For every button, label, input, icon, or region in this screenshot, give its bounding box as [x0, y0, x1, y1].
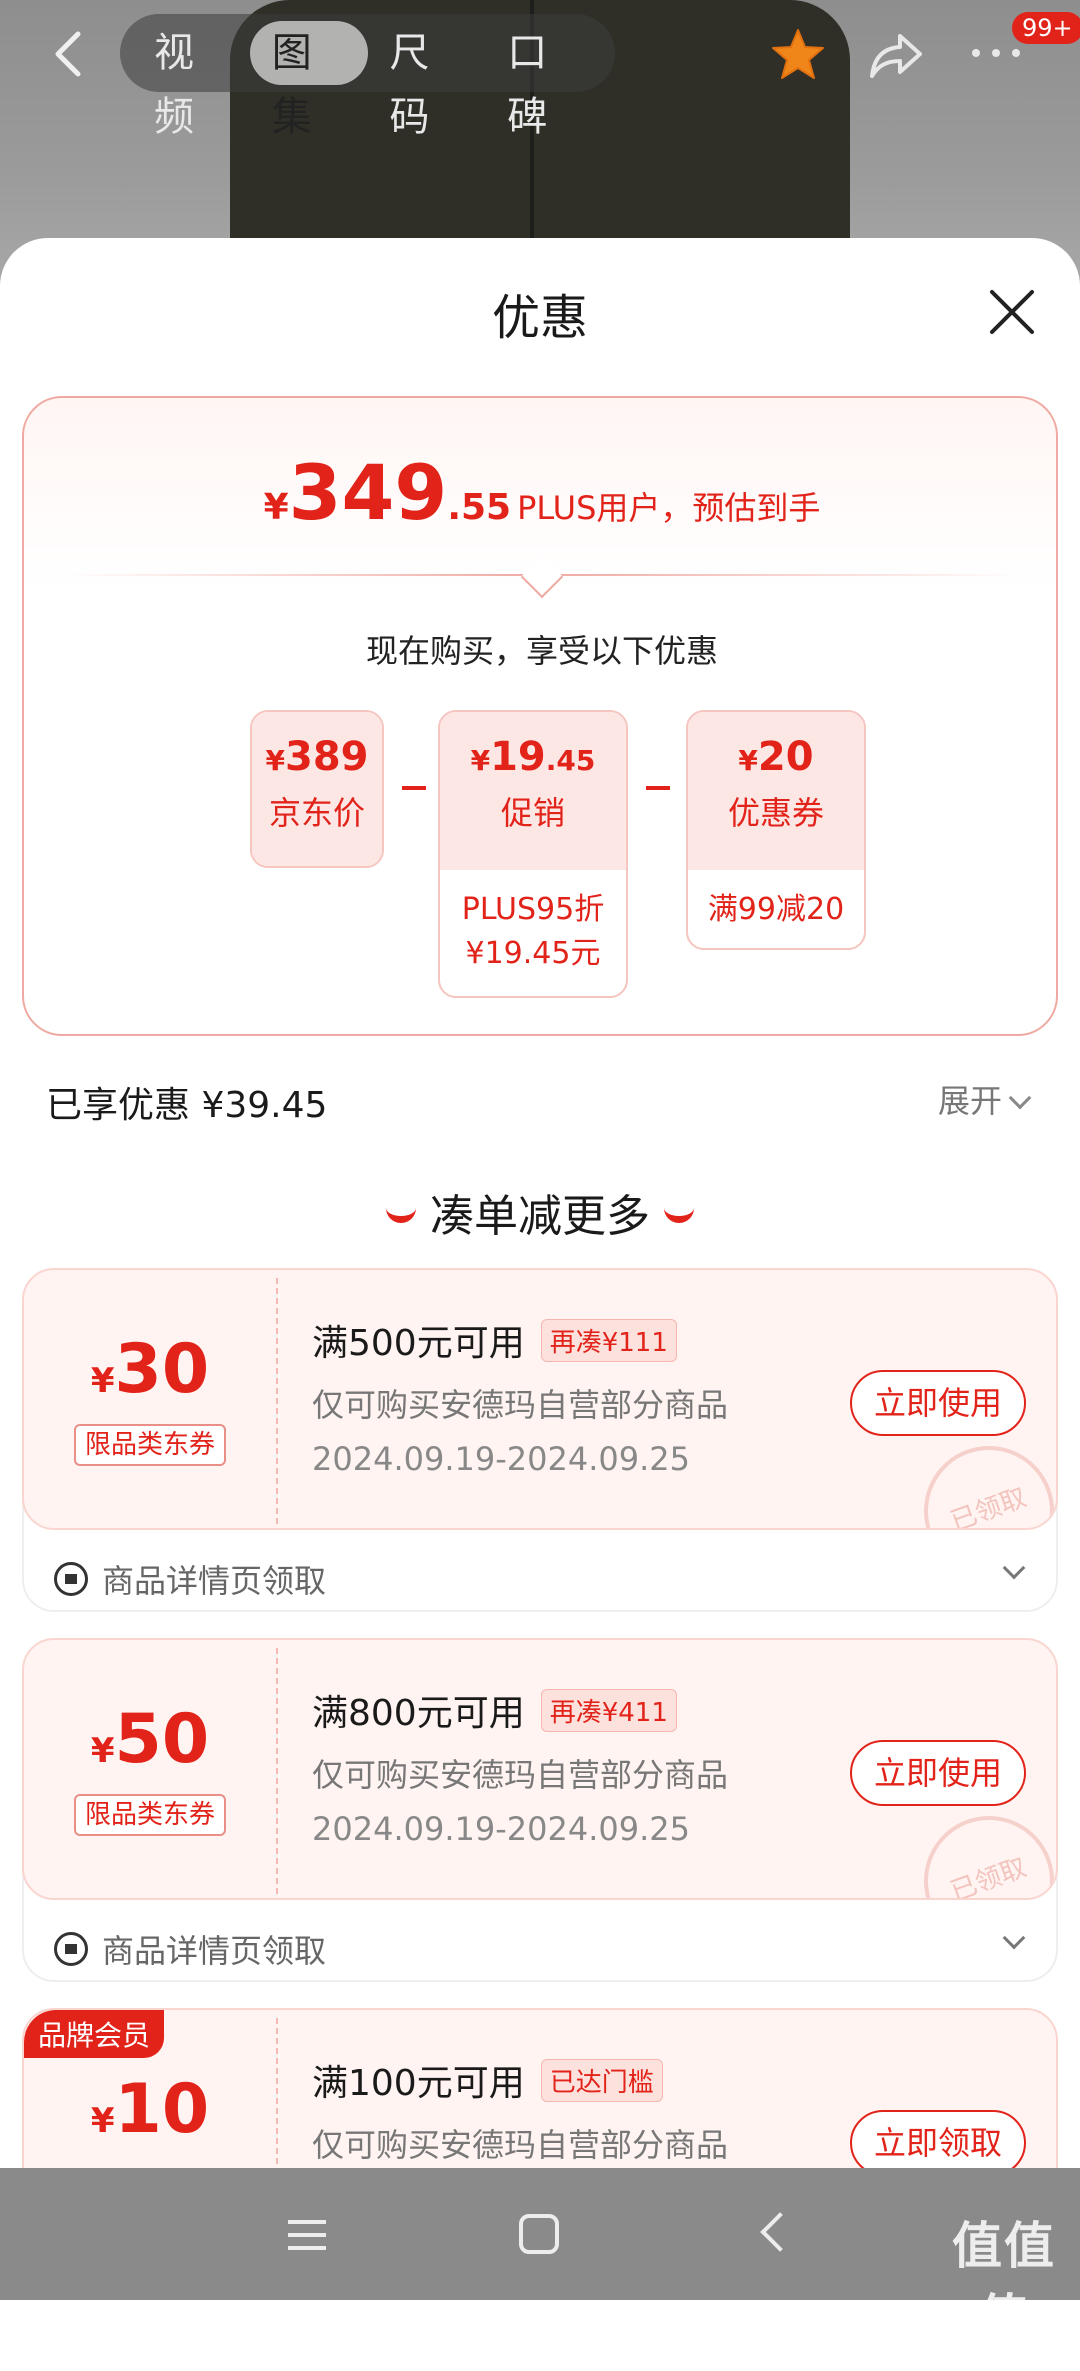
- coupon-value: ¥50 限品类东券: [24, 1640, 276, 1898]
- tab-gallery[interactable]: 图集: [249, 21, 368, 140]
- message-badge: 99+: [1012, 12, 1080, 44]
- chip-coupon: ¥20 优惠券 满99减20: [686, 710, 866, 950]
- tab-reviews[interactable]: 口碑: [485, 21, 603, 140]
- back-icon[interactable]: [760, 2212, 800, 2252]
- chip-detail: PLUS95折 ¥19.45元: [461, 892, 605, 971]
- close-icon[interactable]: [984, 284, 1040, 340]
- coupon-amount: 50: [114, 1700, 210, 1779]
- coupon-amount: 10: [114, 2070, 210, 2149]
- back-arrow-icon[interactable]: [48, 28, 92, 80]
- dashed-separator: [276, 1648, 278, 1894]
- chip-label: 促销: [500, 794, 565, 832]
- source-icon: [54, 1562, 88, 1596]
- more-icon[interactable]: [966, 38, 1026, 68]
- coupon-gap-tag: 再凑¥111: [540, 1319, 677, 1362]
- price-note: PLUS用户，预估到手: [517, 489, 821, 527]
- coupon-gap-tag: 已达门槛: [540, 2059, 663, 2102]
- price-decimal: .55: [447, 487, 512, 528]
- coupon-desc: 仅可购买安德玛自营部分商品: [312, 2126, 729, 2164]
- home-icon[interactable]: [519, 2214, 559, 2254]
- tab-size[interactable]: 尺码: [368, 21, 486, 140]
- favorite-star-icon[interactable]: [770, 26, 826, 82]
- estimated-price: ¥349.55 PLUS用户，预估到手: [263, 448, 821, 537]
- coupon-date: 2024.09.19-2024.09.25: [312, 1440, 690, 1478]
- coupon-card: 商品详情页领取 ¥50 限品类东券 满800元可用 再凑¥411 仅可购买安德玛自…: [22, 1638, 1058, 1982]
- chip-detail: 满99减20: [707, 892, 845, 927]
- sheet-title: 优惠: [491, 290, 588, 346]
- divider-notch: [520, 555, 564, 599]
- price-integer: 349: [288, 448, 448, 537]
- minus-sign: [646, 786, 670, 790]
- coupon-amount: 30: [114, 1330, 210, 1409]
- coupon-date: 2024.09.19-2024.09.25: [312, 1810, 690, 1848]
- chip-promotion: ¥19.45 促销 PLUS95折 ¥19.45元: [438, 710, 628, 998]
- tab-video[interactable]: 视频: [132, 21, 250, 140]
- use-now-button[interactable]: 立即使用: [850, 1370, 1026, 1436]
- more-discount-title: 凑单减更多: [0, 1180, 1080, 1244]
- minus-sign: [402, 786, 426, 790]
- coupon-desc: 仅可购买安德玛自营部分商品: [312, 1386, 729, 1424]
- buy-now-text: 现在购买，享受以下优惠: [365, 632, 718, 670]
- recent-apps-icon[interactable]: [288, 2220, 326, 2250]
- chip-amount: 389: [284, 734, 369, 780]
- use-now-button[interactable]: 立即使用: [850, 1740, 1026, 1806]
- coupon-card: ¥10 满100元可用 已达门槛 仅可购买安德玛自营部分商品 立即领取 品牌会员: [22, 2008, 1058, 2168]
- coupon-type: 限品类东券: [74, 1424, 226, 1466]
- dashed-separator: [276, 2018, 278, 2168]
- coupon-value: ¥30 限品类东券: [24, 1270, 276, 1528]
- coupon-desc: 仅可购买安德玛自营部分商品: [312, 1756, 729, 1794]
- coupon-body: ¥50 限品类东券 满800元可用 再凑¥411 仅可购买安德玛自营部分商品 20…: [22, 1638, 1058, 1900]
- claimed-stamp: 已领取: [905, 1427, 1056, 1528]
- system-nav-bar: 值值值 zhizhizhi.com: [0, 2168, 1080, 2371]
- chip-amount: 19: [490, 734, 546, 780]
- media-tabs: 视频 图集 尺码 口碑: [120, 14, 615, 140]
- chip-label: 京东价: [268, 794, 365, 832]
- chip-jd-price: ¥389 京东价: [250, 710, 384, 868]
- source-icon: [54, 1932, 88, 1966]
- chevron-down-icon[interactable]: [1002, 1556, 1026, 1580]
- coupon-condition: 满500元可用 再凑¥111: [312, 1314, 677, 1366]
- coupon-condition: 满100元可用 已达门槛: [312, 2054, 663, 2106]
- coupon-body: ¥30 限品类东券 满500元可用 再凑¥111 仅可购买安德玛自营部分商品 20…: [22, 1268, 1058, 1530]
- coupon-type: 限品类东券: [74, 1794, 226, 1836]
- coupon-gap-tag: 再凑¥411: [540, 1689, 677, 1732]
- smile-decor-icon: [664, 1207, 694, 1223]
- chevron-down-icon: [1008, 1086, 1032, 1110]
- top-bar: 视频 图集 尺码 口碑 99+: [0, 0, 1080, 140]
- brand-member-badge: 品牌会员: [24, 2010, 165, 2058]
- enjoyed-discount: 已享优惠 ¥39.45: [46, 1085, 328, 1126]
- coupon-condition: 满800元可用 再凑¥411: [312, 1684, 677, 1736]
- coupon-card: 商品详情页领取 ¥30 限品类东券 满500元可用 再凑¥111 仅可购买安德玛自…: [22, 1268, 1058, 1612]
- price-summary-card: ¥349.55 PLUS用户，预估到手 现在购买，享受以下优惠 ¥389 京东价 …: [22, 396, 1058, 1036]
- chevron-down-icon[interactable]: [1002, 1926, 1026, 1950]
- discount-sheet: 优惠 ¥349.55 PLUS用户，预估到手 现在购买，享受以下优惠 ¥389 京…: [0, 238, 1080, 2168]
- expand-button[interactable]: 展开: [938, 1076, 1032, 1122]
- claimed-stamp: 已领取: [905, 1797, 1056, 1898]
- chip-label: 优惠券: [727, 794, 824, 832]
- chip-amount: 20: [757, 734, 814, 780]
- watermark-logo: 值值值 zhizhizhi.com: [936, 2217, 1072, 2371]
- share-icon[interactable]: [868, 28, 924, 80]
- coupon-body: ¥10 满100元可用 已达门槛 仅可购买安德玛自营部分商品 立即领取 品牌会员: [22, 2008, 1058, 2168]
- dashed-separator: [276, 1278, 278, 1524]
- smile-decor-icon: [386, 1207, 416, 1223]
- claim-now-button[interactable]: 立即领取: [850, 2110, 1026, 2168]
